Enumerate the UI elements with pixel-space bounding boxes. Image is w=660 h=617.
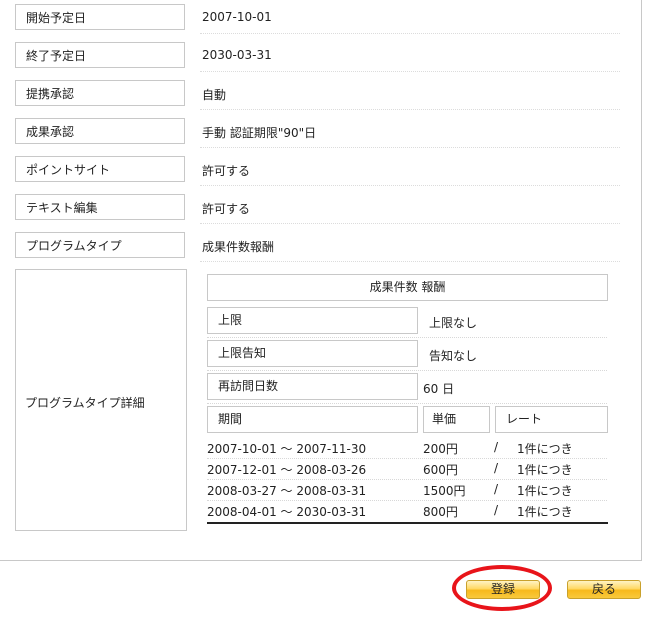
row-divider xyxy=(207,479,607,480)
row-divider xyxy=(200,109,620,110)
row-divider xyxy=(207,370,607,371)
field-value-start-date: 2007-10-01 xyxy=(202,10,272,24)
row-divider xyxy=(200,261,620,262)
row-divider xyxy=(207,458,607,459)
field-label-text-edit: テキスト編集 xyxy=(15,194,185,220)
slash-separator: / xyxy=(494,461,499,475)
limit-label: 上限 xyxy=(207,307,418,334)
field-value-point-site: 許可する xyxy=(202,164,251,178)
field-label-end-date: 終了予定日 xyxy=(15,42,185,68)
row-divider xyxy=(200,33,620,34)
limit-value: 上限なし xyxy=(429,316,478,330)
register-button[interactable]: 登録 xyxy=(466,580,540,599)
field-label-point-site: ポイントサイト xyxy=(15,156,185,182)
reward-title: 成果件数 報酬 xyxy=(207,274,608,301)
table-bottom-rule xyxy=(207,522,608,524)
field-label-partnership-approval: 提携承認 xyxy=(15,80,185,106)
program-type-detail-label: プログラムタイプ詳細 xyxy=(25,396,145,410)
program-detail-panel: 開始予定日 2007-10-01 終了予定日 2030-03-31 提携承認 自… xyxy=(0,0,642,561)
period-cell: 2008-04-01 ～ 2030-03-31 xyxy=(207,505,367,519)
row-divider xyxy=(200,147,620,148)
rate-cell: 1件につき xyxy=(517,442,573,456)
column-header-period: 期間 xyxy=(207,406,418,433)
column-header-rate: レート xyxy=(495,406,608,433)
revisit-days-value: 60 日 xyxy=(423,382,455,396)
field-value-partnership-approval: 自動 xyxy=(202,88,227,102)
limit-notice-value: 告知なし xyxy=(429,349,478,363)
slash-separator: / xyxy=(494,503,499,517)
period-cell: 2008-03-27 ～ 2008-03-31 xyxy=(207,484,367,498)
row-divider xyxy=(200,185,620,186)
field-label-program-type: プログラムタイプ xyxy=(15,232,185,258)
period-cell: 2007-12-01 ～ 2008-03-26 xyxy=(207,463,367,477)
row-divider xyxy=(207,337,607,338)
period-cell: 2007-10-01 ～ 2007-11-30 xyxy=(207,442,367,456)
limit-notice-label: 上限告知 xyxy=(207,340,418,367)
program-type-detail-label-box: プログラムタイプ詳細 xyxy=(15,269,187,531)
field-value-program-type: 成果件数報酬 xyxy=(202,240,275,254)
field-label-start-date: 開始予定日 xyxy=(15,4,185,30)
price-cell: 600円 xyxy=(423,463,458,477)
price-cell: 200円 xyxy=(423,442,458,456)
rate-cell: 1件につき xyxy=(517,484,573,498)
rate-cell: 1件につき xyxy=(517,463,573,477)
row-divider xyxy=(200,71,620,72)
field-value-text-edit: 許可する xyxy=(202,202,251,216)
row-divider xyxy=(200,223,620,224)
revisit-days-label: 再訪問日数 xyxy=(207,373,418,400)
price-cell: 1500円 xyxy=(423,484,466,498)
slash-separator: / xyxy=(494,482,499,496)
field-value-end-date: 2030-03-31 xyxy=(202,48,272,62)
slash-separator: / xyxy=(494,440,499,454)
row-divider xyxy=(207,403,607,404)
column-header-price: 単価 xyxy=(423,406,490,433)
back-button[interactable]: 戻る xyxy=(567,580,641,599)
price-cell: 800円 xyxy=(423,505,458,519)
rate-cell: 1件につき xyxy=(517,505,573,519)
row-divider xyxy=(207,500,607,501)
field-value-result-approval: 手動 認証期限"90"日 xyxy=(202,126,317,140)
field-label-result-approval: 成果承認 xyxy=(15,118,185,144)
